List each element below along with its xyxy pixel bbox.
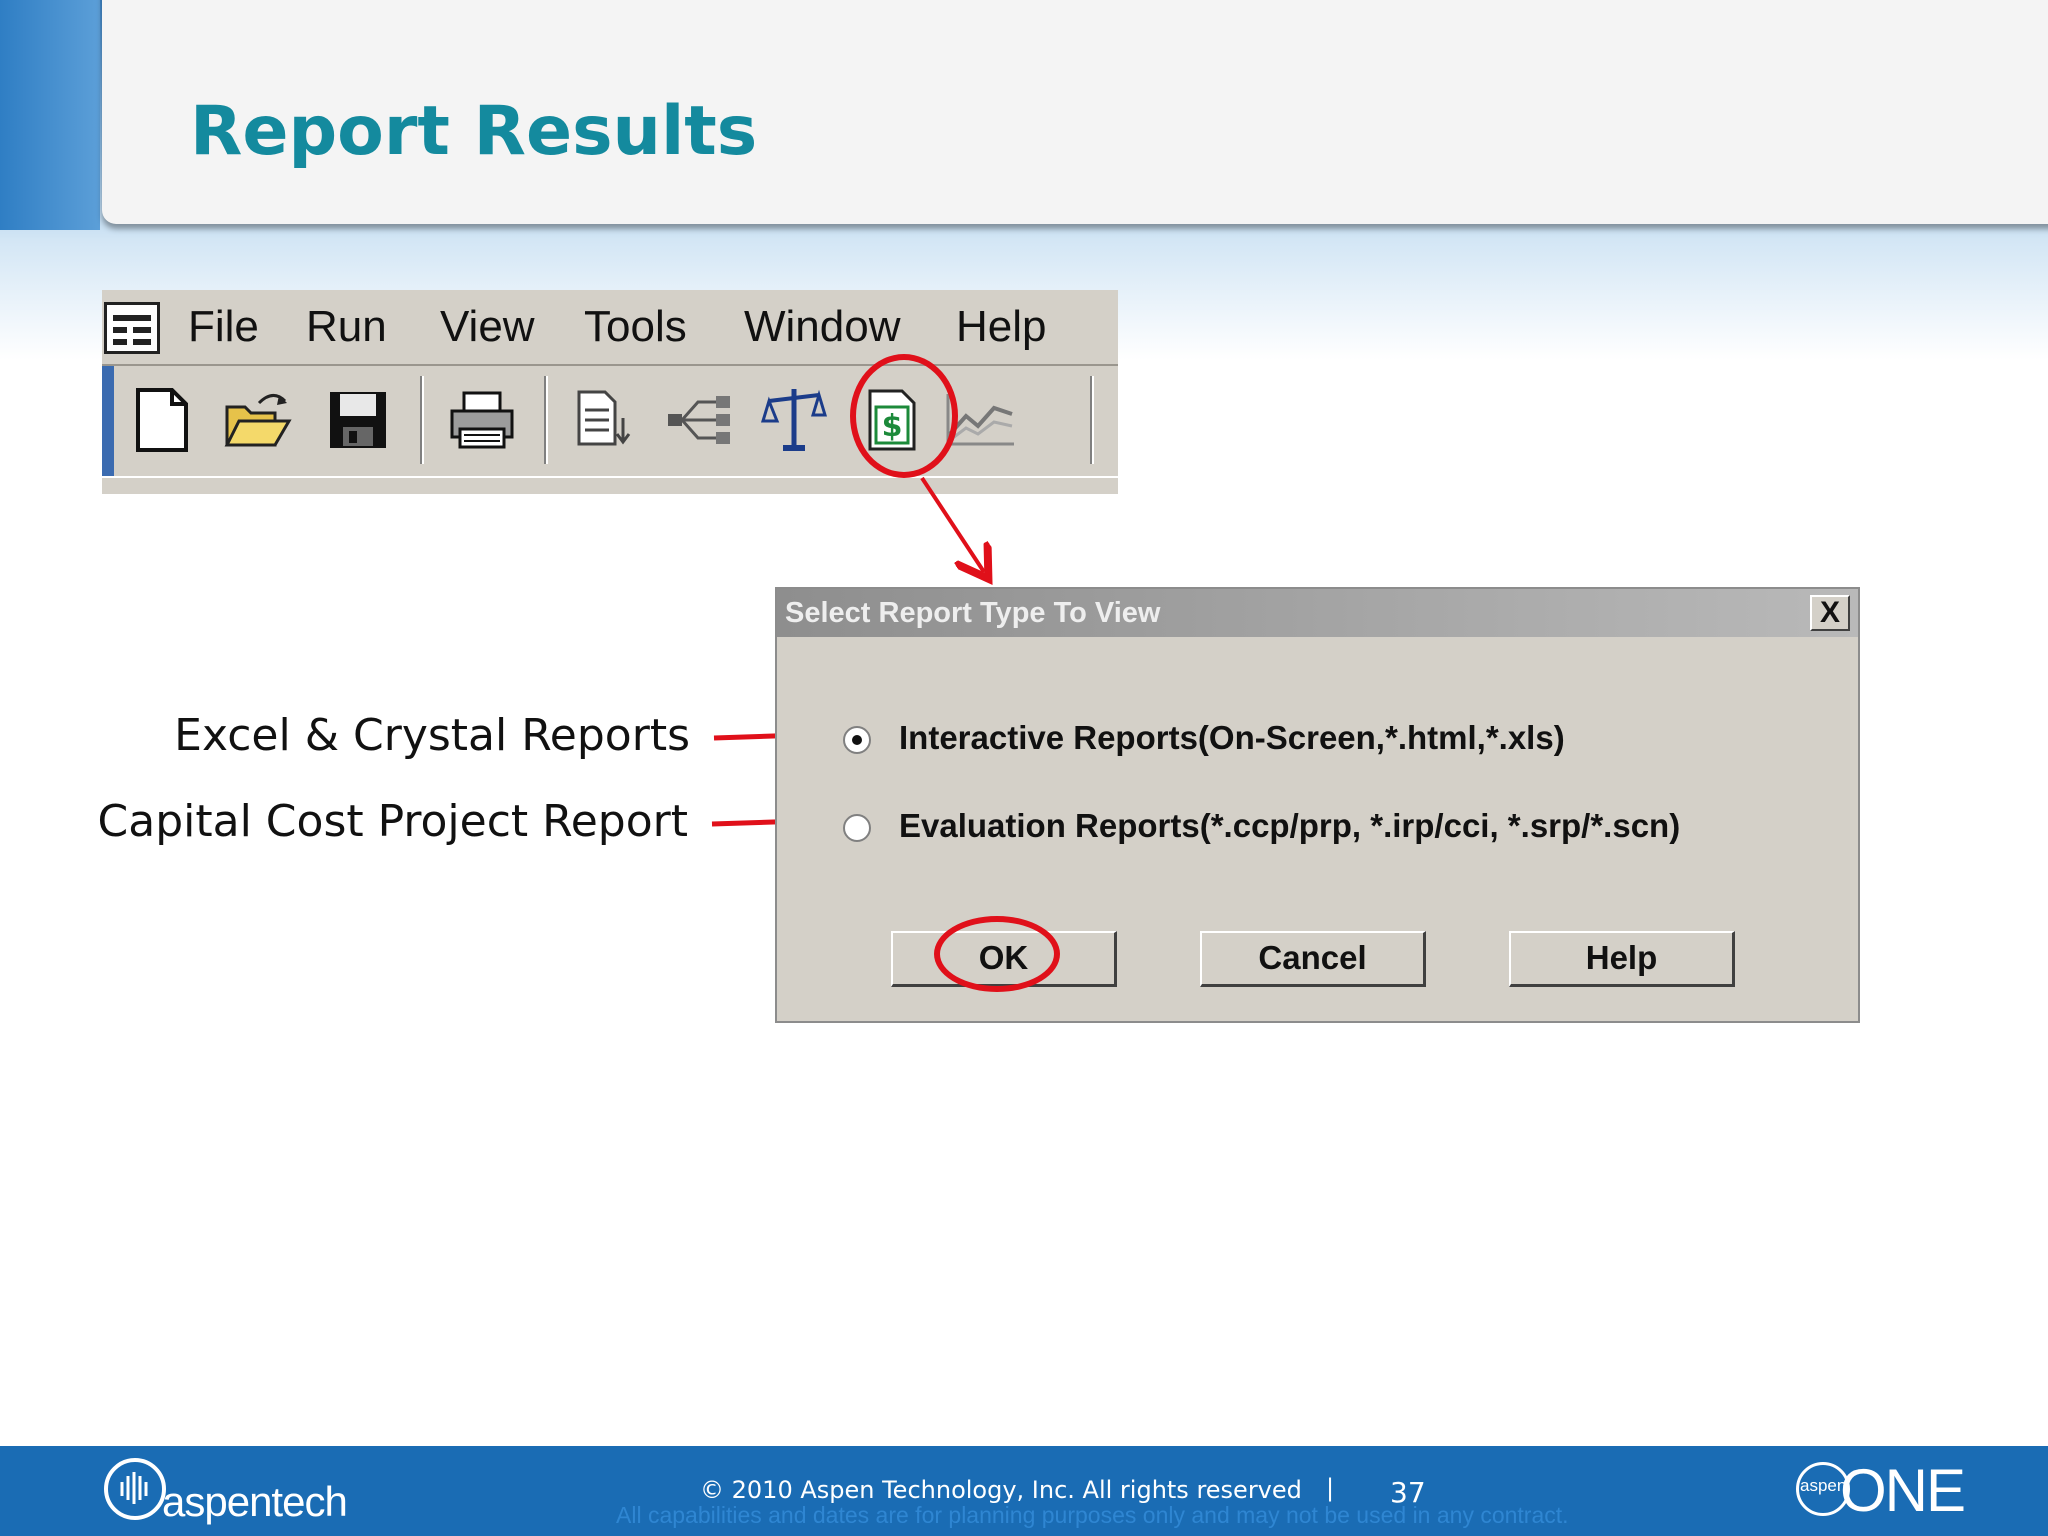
highlight-circle-ok-button xyxy=(934,916,1060,992)
close-icon[interactable]: X xyxy=(1810,595,1850,631)
aspentech-wordmark: aspentech xyxy=(162,1478,348,1525)
option-interactive-reports-label[interactable]: Interactive Reports(On-Screen,*.html,*.x… xyxy=(899,719,1565,757)
option-evaluation-reports-label[interactable]: Evaluation Reports(*.ccp/prp, *.irp/cci,… xyxy=(899,807,1680,845)
label-excel-crystal-reports: Excel & Crystal Reports xyxy=(174,710,690,761)
aspentech-logo-mark xyxy=(104,1458,166,1520)
footer-disclaimer: All capabilities and dates are for plann… xyxy=(616,1502,1569,1528)
footer: aspentech © 2010 Aspen Technology, Inc. … xyxy=(0,1446,2048,1536)
arrow-to-dialog xyxy=(920,476,984,572)
radio-interactive-reports[interactable] xyxy=(843,726,871,754)
aspenone-logo: aspen ONE xyxy=(1796,1456,1966,1526)
cancel-button[interactable]: Cancel xyxy=(1200,931,1426,987)
radio-selected-dot xyxy=(852,735,862,745)
help-button[interactable]: Help xyxy=(1509,931,1735,987)
footer-separator: | xyxy=(1326,1474,1335,1502)
footer-copyright: © 2010 Aspen Technology, Inc. All rights… xyxy=(700,1476,1302,1504)
radio-evaluation-reports[interactable] xyxy=(843,814,871,842)
label-capital-cost-project-report: Capital Cost Project Report xyxy=(97,796,688,847)
dialog-title: Select Report Type To View xyxy=(785,597,1161,629)
dialog-titlebar[interactable]: Select Report Type To View X xyxy=(777,589,1858,637)
aspenone-big-text: ONE xyxy=(1840,1457,1966,1524)
